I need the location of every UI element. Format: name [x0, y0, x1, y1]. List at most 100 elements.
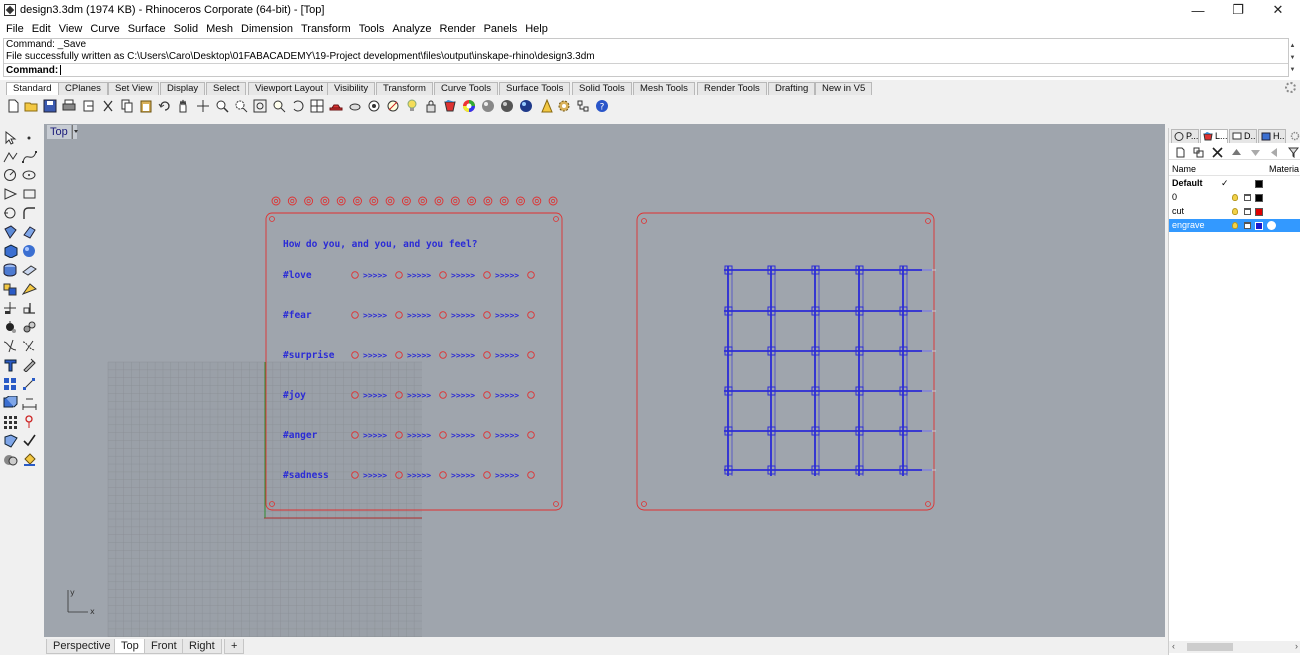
options-gear-icon[interactable]: [557, 99, 571, 113]
light-bulb-icon[interactable]: [405, 99, 419, 113]
menu-panels[interactable]: Panels: [480, 20, 522, 38]
mesh-box-icon[interactable]: [3, 263, 18, 277]
save-icon[interactable]: [43, 99, 57, 113]
command-scroll-up-icon[interactable]: ▲: [1288, 40, 1297, 52]
layer-tools-icon[interactable]: [3, 453, 18, 467]
scale-icon[interactable]: [3, 320, 18, 334]
menu-tools[interactable]: Tools: [355, 20, 389, 38]
maximize-button[interactable]: ❐: [1218, 0, 1258, 20]
toolbar-settings-icon[interactable]: [1285, 82, 1296, 93]
tab-display-panel[interactable]: D...: [1229, 129, 1257, 143]
layer-unlock-icon[interactable]: [1244, 194, 1251, 201]
layer-unlock-icon[interactable]: [1244, 222, 1251, 229]
add-viewport-tab-button[interactable]: +: [224, 639, 245, 654]
new-sublayer-icon[interactable]: [1193, 147, 1204, 158]
ellipse-icon[interactable]: [22, 168, 37, 182]
layer-unlock-icon[interactable]: [1244, 208, 1251, 215]
layer-visible-bulb-icon[interactable]: [1232, 208, 1238, 215]
paste-icon[interactable]: [139, 99, 153, 113]
tab-solid-tools[interactable]: Solid Tools: [572, 82, 632, 95]
top-viewport[interactable]: How do you, and you, and you feel? #love…: [44, 124, 1165, 637]
open-file-icon[interactable]: [24, 99, 38, 113]
four-view-icon[interactable]: [310, 99, 324, 113]
delete-layer-icon[interactable]: [1212, 147, 1223, 158]
menu-surface[interactable]: Surface: [124, 20, 170, 38]
layer-filter-icon[interactable]: [1288, 147, 1299, 158]
new-layer-icon[interactable]: [1175, 147, 1186, 158]
menu-help[interactable]: Help: [521, 20, 552, 38]
sphere-solid-icon[interactable]: [22, 244, 37, 258]
split-icon[interactable]: [22, 339, 37, 353]
lock-icon[interactable]: [424, 99, 438, 113]
tab-help-panel[interactable]: H...: [1258, 129, 1286, 143]
viewport-menu-dropdown-icon[interactable]: [72, 125, 78, 139]
pan-hand-icon[interactable]: [176, 99, 190, 113]
undo-view-icon[interactable]: [291, 99, 305, 113]
surface-corner-icon[interactable]: [3, 225, 18, 239]
new-file-icon[interactable]: [6, 99, 20, 113]
tab-display[interactable]: Display: [160, 82, 206, 95]
help-icon[interactable]: ?: [595, 99, 609, 113]
edit-points-icon[interactable]: [22, 377, 37, 391]
command-history-dropdown-icon[interactable]: ▼: [1288, 64, 1297, 76]
car-display-icon[interactable]: [329, 99, 343, 113]
zoom-selected-icon[interactable]: [272, 99, 286, 113]
command-prompt[interactable]: Command:: [4, 63, 1288, 77]
layer-color-swatch[interactable]: [1255, 194, 1263, 202]
point-icon[interactable]: [22, 131, 37, 145]
layer-row-default[interactable]: Default ✓: [1169, 177, 1300, 190]
menu-solid[interactable]: Solid: [170, 20, 202, 38]
arc-icon[interactable]: [3, 206, 18, 220]
layer-color-swatch[interactable]: [1255, 208, 1263, 216]
explode-icon[interactable]: [22, 358, 37, 372]
render-icon[interactable]: [3, 434, 18, 448]
move-icon[interactable]: [3, 301, 18, 315]
join-icon[interactable]: [3, 358, 18, 372]
layer-row-cut[interactable]: cut: [1169, 205, 1300, 218]
boolean-difference-icon[interactable]: [22, 282, 37, 296]
layer-row-0[interactable]: 0: [1169, 191, 1300, 204]
tab-set-view[interactable]: Set View: [108, 82, 160, 95]
hide-objects-icon[interactable]: [386, 99, 400, 113]
array-icon[interactable]: [3, 396, 18, 410]
import-icon[interactable]: [82, 99, 96, 113]
zoom-extents-icon[interactable]: [253, 99, 267, 113]
tab-layers[interactable]: L...: [1200, 129, 1228, 143]
rectangle-icon[interactable]: [22, 187, 37, 201]
extrude-surface-icon[interactable]: [22, 225, 37, 239]
check-icon[interactable]: [22, 434, 37, 448]
layer-visible-bulb-icon[interactable]: [1232, 222, 1238, 229]
group-icon[interactable]: [3, 377, 18, 391]
viewport-title[interactable]: Top: [47, 125, 71, 139]
tab-new-in-v5[interactable]: New in V5: [815, 82, 873, 95]
tab-transform[interactable]: Transform: [376, 82, 433, 95]
copy-transform-icon[interactable]: [22, 301, 37, 315]
polygon-icon[interactable]: [3, 187, 18, 201]
tab-perspective[interactable]: Perspective: [46, 639, 118, 654]
layers-horizontal-scrollbar[interactable]: ‹ ›: [1169, 641, 1300, 653]
menu-analyze[interactable]: Analyze: [388, 20, 435, 38]
minimize-button[interactable]: —: [1178, 0, 1218, 20]
layer-visible-bulb-icon[interactable]: [1232, 194, 1238, 201]
tab-surface-tools[interactable]: Surface Tools: [499, 82, 571, 95]
fillet-curve-icon[interactable]: [22, 206, 37, 220]
menu-transform[interactable]: Transform: [297, 20, 355, 38]
menu-mesh[interactable]: Mesh: [202, 20, 237, 38]
menu-curve[interactable]: Curve: [86, 20, 123, 38]
box-solid-icon[interactable]: [3, 244, 18, 258]
undo-icon[interactable]: [158, 99, 172, 113]
layer-color-swatch[interactable]: [1255, 222, 1263, 230]
copy-icon[interactable]: [120, 99, 134, 113]
layer-material-sphere-icon[interactable]: [1267, 221, 1276, 230]
menu-view[interactable]: View: [55, 20, 87, 38]
tab-cplanes[interactable]: CPlanes: [58, 82, 108, 95]
cut-icon[interactable]: [101, 99, 115, 113]
spotlight-icon[interactable]: [540, 99, 554, 113]
scroll-right-icon[interactable]: ›: [1295, 641, 1298, 651]
show-objects-icon[interactable]: [367, 99, 381, 113]
tab-mesh-tools[interactable]: Mesh Tools: [633, 82, 695, 95]
tab-top[interactable]: Top: [114, 639, 146, 654]
command-scroll-down-icon[interactable]: ▼: [1288, 52, 1297, 64]
menu-render[interactable]: Render: [436, 20, 480, 38]
paint-bucket-icon[interactable]: [22, 453, 37, 467]
